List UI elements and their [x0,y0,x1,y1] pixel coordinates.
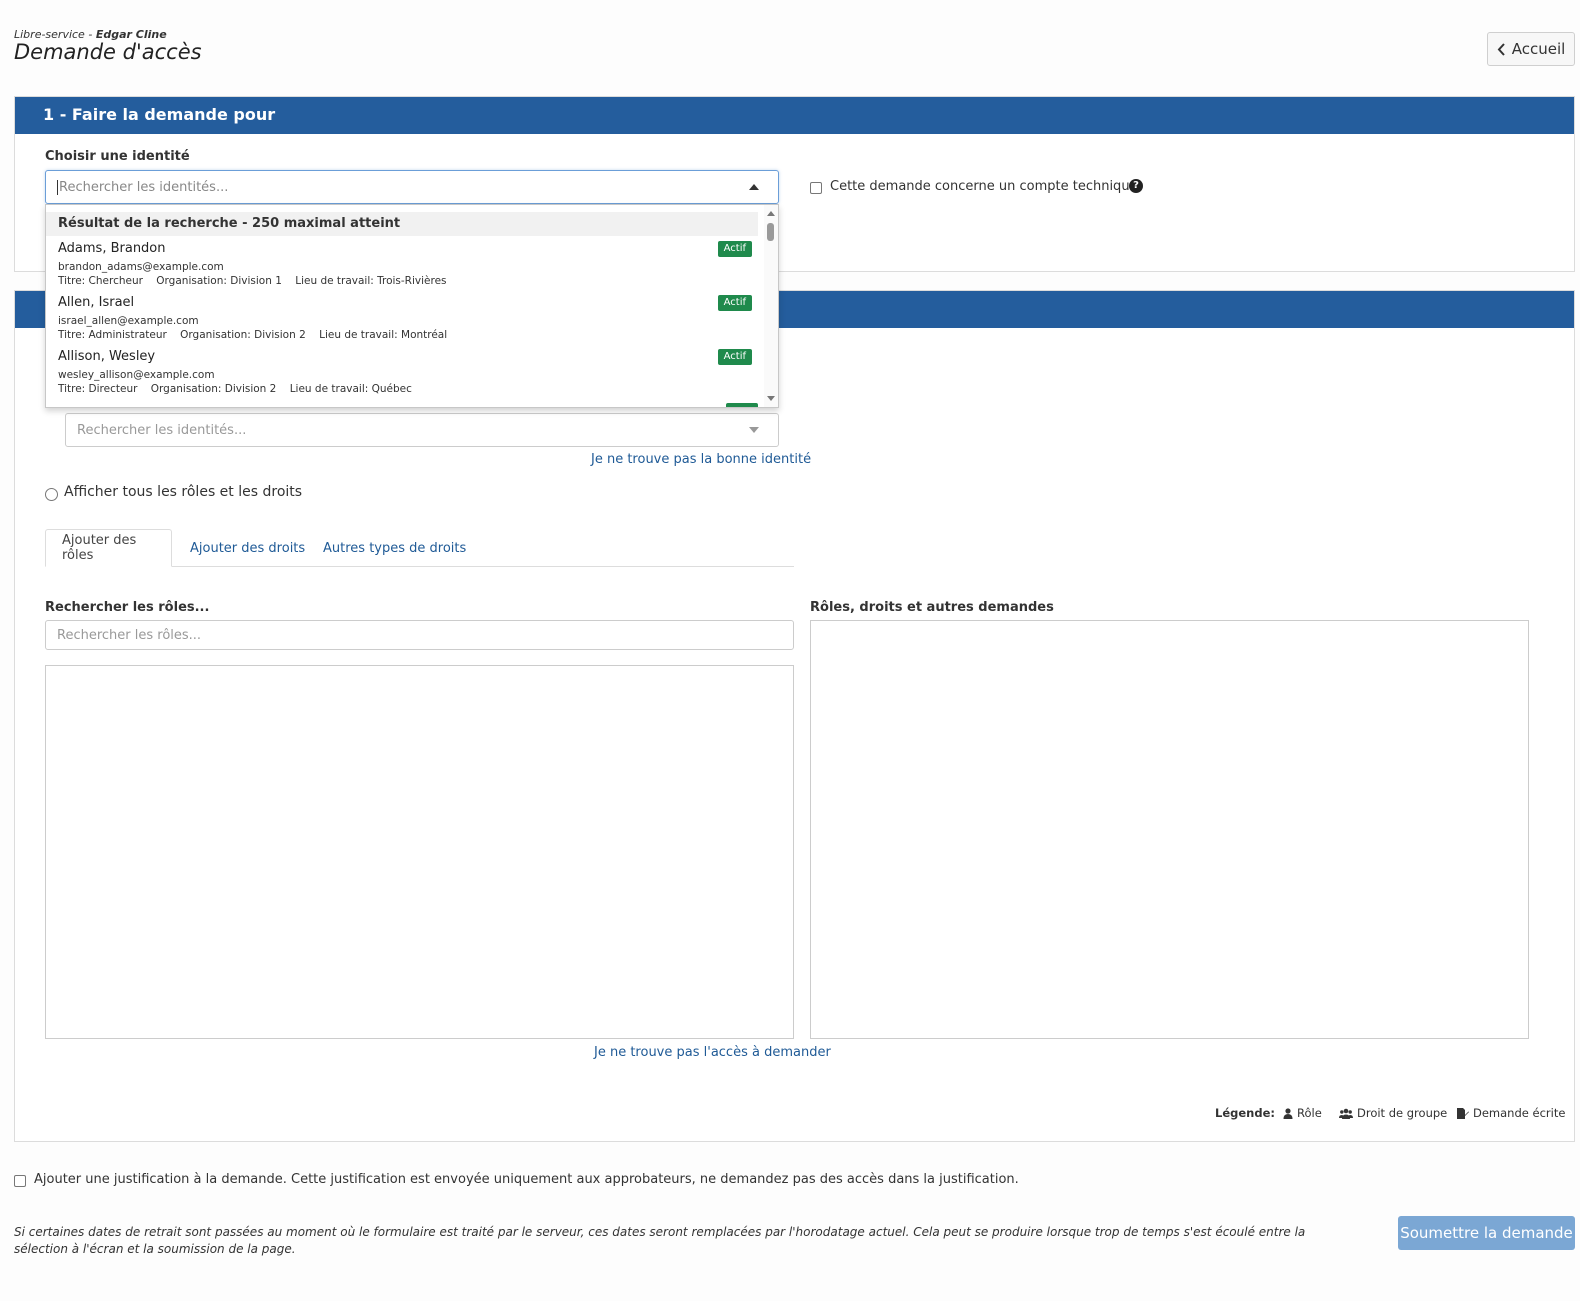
next-status-badge-partial [726,403,758,407]
home-button[interactable]: Accueil [1487,32,1575,66]
technical-account-label: Cette demande concerne un compte techniq… [830,179,1138,194]
identity-select[interactable]: Rechercher les identités... [45,170,779,204]
home-button-label: Accueil [1511,40,1566,58]
caret-up-icon[interactable] [749,184,759,190]
user-icon [1283,1107,1293,1119]
status-badge: Actif [717,241,752,257]
search-roles-input[interactable]: Rechercher les rôles... [45,620,794,650]
submit-button[interactable]: Soumettre la demande [1398,1216,1575,1250]
tab-other-rights[interactable]: Autres types de droits [307,529,482,567]
caret-down-icon[interactable] [749,427,759,433]
show-all-label: Afficher tous les rôles et les droits [64,484,303,500]
legend-role: Rôle [1283,1106,1322,1120]
not-found-identity-link[interactable]: Je ne trouve pas la bonne identité [591,452,811,467]
legend-group-label: Droit de groupe [1357,1106,1448,1120]
tab-add-rights[interactable]: Ajouter des droits [174,529,321,567]
identity-meta: Titre: Administrateur Organisation: Divi… [58,329,448,341]
not-found-access-link[interactable]: Je ne trouve pas l'accès à demander [594,1045,831,1060]
identity-select-placeholder: Rechercher les identités... [59,179,229,195]
legend-role-label: Rôle [1297,1106,1322,1120]
status-badge: Actif [717,295,752,311]
identity-dropdown[interactable]: Résultat de la recherche - 250 maximal a… [45,204,779,408]
dropdown-item-allen-israel[interactable]: Allen, Israel Actif israel_allen@example… [58,295,752,349]
justification-checkbox[interactable] [14,1175,26,1187]
legend-label: Légende: [1215,1106,1275,1120]
dropdown-scrollbar[interactable] [764,205,778,407]
file-signature-icon [1457,1107,1469,1119]
technical-account-checkbox[interactable] [810,182,822,194]
legend-group: Droit de groupe [1339,1106,1447,1120]
identity-name: Adams, Brandon [58,241,166,256]
scroll-down-icon[interactable] [767,396,775,401]
justification-label: Ajouter une justification à la demande. … [34,1172,1019,1187]
show-all-radio[interactable] [45,488,58,501]
scroll-thumb[interactable] [767,223,774,241]
help-icon[interactable]: ? [1129,179,1143,193]
selected-items-label: Rôles, droits et autres demandes [810,600,1054,615]
search-roles-placeholder: Rechercher les rôles... [57,627,202,643]
dropdown-item-adams-brandon[interactable]: Adams, Brandon Actif brandon_adams@examp… [58,241,752,295]
identity-search-input[interactable]: Rechercher les identités... [65,413,779,447]
identity-email: wesley_allison@example.com [58,369,215,381]
scroll-up-icon[interactable] [767,211,775,216]
roles-results-box[interactable] [45,665,794,1039]
identity-search-placeholder: Rechercher les identités... [77,422,247,438]
dropdown-results-header: Résultat de la recherche - 250 maximal a… [46,212,758,236]
identity-meta: Titre: Chercheur Organisation: Division … [58,275,447,287]
identity-label: Choisir une identité [45,149,190,164]
identity-name: Allen, Israel [58,295,135,310]
identity-meta: Titre: Directeur Organisation: Division … [58,383,412,395]
text-cursor [57,179,58,195]
page-title: Demande d'accès [14,40,202,64]
dropdown-item-allison-wesley[interactable]: Allison, Wesley Actif wesley_allison@exa… [58,349,752,403]
identity-email: brandon_adams@example.com [58,261,224,273]
users-icon [1339,1108,1353,1119]
legend-written: Demande écrite [1457,1106,1565,1120]
identity-name: Allison, Wesley [58,349,156,364]
tab-add-roles[interactable]: Ajouter des rôles [45,529,172,567]
selected-items-box[interactable] [810,620,1529,1039]
timestamp-note: Si certaines dates de retrait sont passé… [14,1225,1306,1256]
search-roles-label: Rechercher les rôles... [45,600,210,615]
status-badge: Actif [717,349,752,365]
chevron-left-icon [1497,42,1505,56]
identity-email: israel_allen@example.com [58,315,199,327]
request-for-panel-title: 1 - Faire la demande pour [15,97,1574,134]
legend-written-label: Demande écrite [1473,1106,1566,1120]
